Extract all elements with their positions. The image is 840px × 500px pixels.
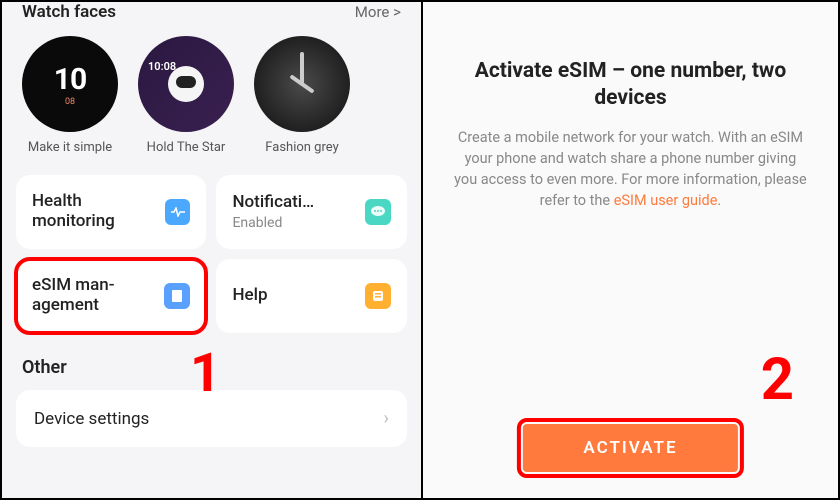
watch-faces-row: 10 08 Make it simple 10:08 Hold The Star… [2, 30, 421, 169]
annotation-step-2: 2 [761, 346, 794, 414]
activate-esim-panel: Activate eSIM – one number, two devices … [423, 2, 838, 498]
help-icon [365, 283, 391, 309]
device-app-panel: Watch faces More > 10 08 Make it simple … [2, 2, 423, 498]
annotation-step-1: 1 [190, 342, 221, 405]
watch-face-preview: 10:08 [138, 36, 234, 132]
notifications-tile[interactable]: Notificati… Enabled [216, 175, 406, 249]
activate-button-wrap: ACTIVATE [523, 424, 737, 472]
chat-icon [365, 199, 391, 225]
watch-face-analog[interactable]: Fashion grey [254, 36, 350, 155]
sim-icon [164, 283, 190, 309]
activate-heading: Activate eSIM – one number, two devices [453, 58, 808, 113]
tutorial-screenshot: Watch faces More > 10 08 Make it simple … [0, 0, 840, 500]
watch-face-preview [254, 36, 350, 132]
more-link[interactable]: More > [355, 3, 401, 21]
watch-face-star[interactable]: 10:08 Hold The Star [138, 36, 234, 155]
activate-description: Create a mobile network for your watch. … [453, 127, 808, 211]
esim-management-tile[interactable]: eSIM man- agement [16, 259, 206, 333]
watch-face-simple[interactable]: 10 08 Make it simple [22, 36, 118, 155]
activate-button[interactable]: ACTIVATE [523, 424, 737, 472]
watch-faces-title: Watch faces [22, 2, 116, 22]
astronaut-icon [168, 66, 204, 102]
esim-user-guide-link[interactable]: eSIM user guide [614, 192, 718, 209]
tiles-grid: Health monitoring Notificati… Enabled eS… [2, 169, 421, 339]
help-tile[interactable]: Help [216, 259, 406, 333]
health-icon [165, 199, 190, 225]
watch-face-preview: 10 08 [22, 36, 118, 132]
chevron-right-icon: › [384, 408, 389, 429]
health-monitoring-tile[interactable]: Health monitoring [16, 175, 206, 249]
watch-faces-header: Watch faces More > [2, 2, 421, 30]
